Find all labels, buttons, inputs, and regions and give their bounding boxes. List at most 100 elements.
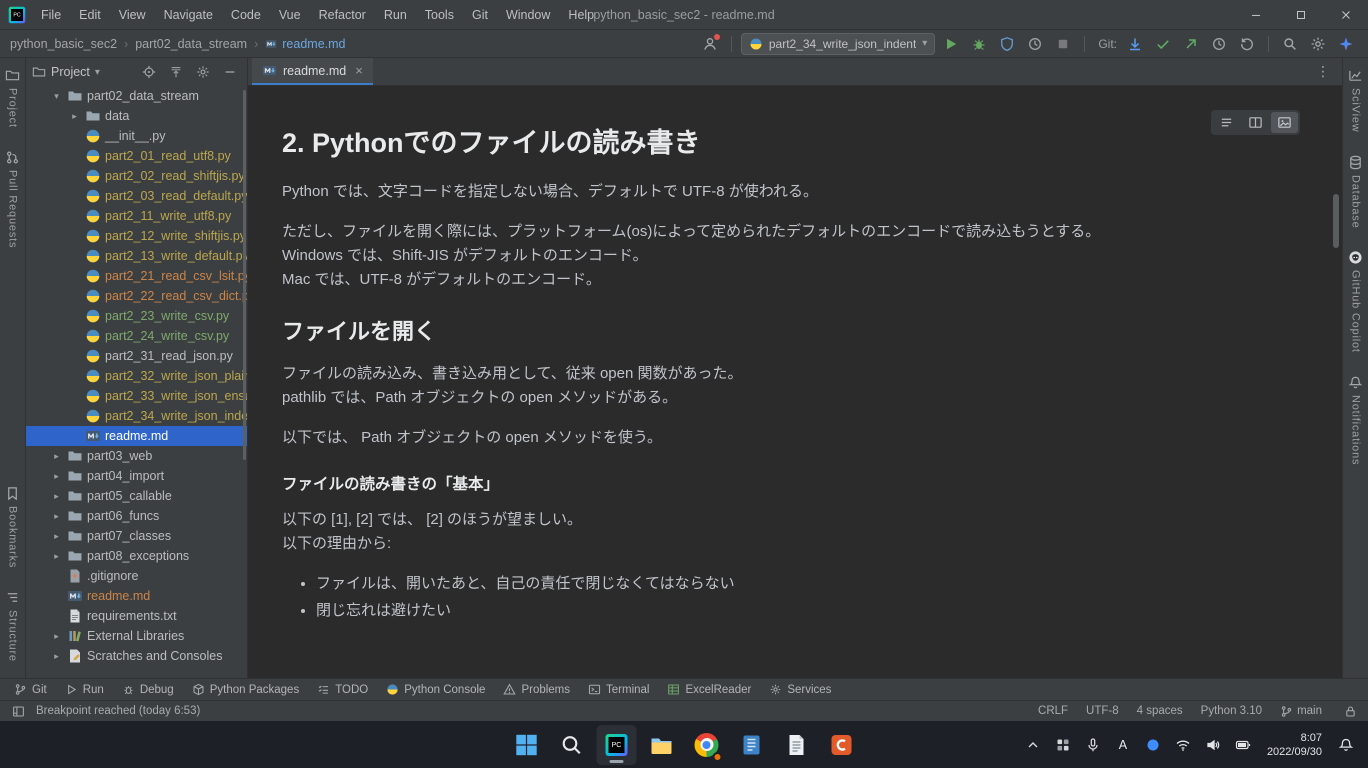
chevron-right-icon[interactable]: ▸ bbox=[50, 451, 63, 462]
taskbar-search-button[interactable] bbox=[552, 725, 592, 765]
tooltab-git[interactable]: Git bbox=[6, 679, 55, 700]
taskbar-orange-app-button[interactable] bbox=[822, 725, 862, 765]
tree-item-part08-exceptions[interactable]: ▸part08_exceptions bbox=[26, 546, 247, 566]
project-view-icon[interactable] bbox=[32, 65, 46, 79]
maximize-button[interactable] bbox=[1278, 0, 1323, 29]
tooltab-run[interactable]: Run bbox=[57, 679, 112, 700]
tree-item-part2-12-write-shiftjis-py[interactable]: part2_12_write_shiftjis.py bbox=[26, 226, 247, 246]
tree-item-part2-01-read-utf8-py[interactable]: part2_01_read_utf8.py bbox=[26, 146, 247, 166]
debug-button[interactable] bbox=[967, 32, 991, 56]
tray-mic-button[interactable] bbox=[1079, 730, 1107, 760]
menu-window[interactable]: Window bbox=[497, 0, 559, 30]
tree-item-readme-md[interactable]: readme.md bbox=[26, 586, 247, 606]
show-editor-and-preview-button[interactable] bbox=[1242, 112, 1269, 133]
tab-readme-md[interactable]: readme.md × bbox=[252, 58, 373, 85]
tray-chevron-button[interactable] bbox=[1019, 730, 1047, 760]
tooltab-problems[interactable]: Problems bbox=[495, 679, 578, 700]
minimize-button[interactable] bbox=[1233, 0, 1278, 29]
tree-item-part2-02-read-shiftjis-py[interactable]: part2_02_read_shiftjis.py bbox=[26, 166, 247, 186]
project-tree-scrollbar[interactable] bbox=[243, 90, 246, 460]
menu-run[interactable]: Run bbox=[375, 0, 416, 30]
chevron-right-icon[interactable]: ▸ bbox=[50, 651, 63, 662]
menu-file[interactable]: File bbox=[32, 0, 70, 30]
project-panel-title[interactable]: Project bbox=[51, 65, 90, 79]
tree-item-gitignore[interactable]: .gitignore bbox=[26, 566, 247, 586]
menu-navigate[interactable]: Navigate bbox=[155, 0, 222, 30]
tree-item-part02-data-stream[interactable]: ▾part02_data_stream bbox=[26, 86, 247, 106]
git-branch-indicator[interactable]: main bbox=[1280, 705, 1322, 718]
tree-item-part04-import[interactable]: ▸part04_import bbox=[26, 466, 247, 486]
tree-item-data[interactable]: ▸data bbox=[26, 106, 247, 126]
tooltab-services[interactable]: Services bbox=[761, 679, 839, 700]
chevron-right-icon[interactable]: ▸ bbox=[50, 491, 63, 502]
tooltab-excelreader[interactable]: ExcelReader bbox=[659, 679, 759, 700]
encoding-indicator[interactable]: UTF-8 bbox=[1086, 705, 1119, 717]
breadcrumb-item-python-basic-sec2[interactable]: python_basic_sec2 bbox=[10, 37, 117, 51]
coverage-button[interactable] bbox=[995, 32, 1019, 56]
push-button[interactable] bbox=[1179, 32, 1203, 56]
toolwindow-structure[interactable]: Structure bbox=[5, 590, 20, 662]
tooltab-debug[interactable]: Debug bbox=[114, 679, 182, 700]
breadcrumb-item-part02-data-stream[interactable]: part02_data_stream bbox=[135, 37, 247, 51]
toolwindow-project[interactable]: Project bbox=[5, 68, 20, 128]
tree-item-external-libraries[interactable]: ▸External Libraries bbox=[26, 626, 247, 646]
toolwindow-bookmarks[interactable]: Bookmarks bbox=[5, 486, 20, 568]
tree-item-part2-03-read-default-py[interactable]: part2_03_read_default.py bbox=[26, 186, 247, 206]
taskbar-explorer-button[interactable] bbox=[642, 725, 682, 765]
tray-widgets-button[interactable] bbox=[1049, 730, 1077, 760]
taskbar-document-button[interactable] bbox=[777, 725, 817, 765]
menu-git[interactable]: Git bbox=[463, 0, 497, 30]
tree-item-part06-funcs[interactable]: ▸part06_funcs bbox=[26, 506, 247, 526]
taskbar-clock[interactable]: 8:07 2022/09/30 bbox=[1259, 731, 1330, 759]
status-message[interactable]: Breakpoint reached (today 6:53) bbox=[36, 705, 200, 717]
wifi-button[interactable] bbox=[1169, 730, 1197, 760]
commit-button[interactable] bbox=[1151, 32, 1175, 56]
select-opened-file-button[interactable] bbox=[138, 61, 160, 83]
battery-button[interactable] bbox=[1229, 730, 1257, 760]
tree-item-part2-24-write-csv-py[interactable]: part2_24_write_csv.py bbox=[26, 326, 247, 346]
toolwindow-sciview[interactable]: SciView bbox=[1348, 68, 1363, 133]
taskbar-notebook-button[interactable] bbox=[732, 725, 772, 765]
menu-tools[interactable]: Tools bbox=[416, 0, 463, 30]
interpreter-indicator[interactable]: Python 3.10 bbox=[1201, 705, 1262, 717]
menu-code[interactable]: Code bbox=[222, 0, 270, 30]
tree-item-part2-22-read-csv-dict-py[interactable]: part2_22_read_csv_dict.py bbox=[26, 286, 247, 306]
tree-item-part2-11-write-utf8-py[interactable]: part2_11_write_utf8.py bbox=[26, 206, 247, 226]
chevron-down-icon[interactable]: ▾ bbox=[50, 91, 63, 102]
tooltab-python-console[interactable]: Python Console bbox=[378, 679, 493, 700]
profiler-button[interactable] bbox=[1023, 32, 1047, 56]
tree-item-part07-classes[interactable]: ▸part07_classes bbox=[26, 526, 247, 546]
tab-options-icon[interactable]: ⋮ bbox=[1304, 58, 1342, 85]
menu-vue[interactable]: Vue bbox=[270, 0, 310, 30]
ai-assistant-button[interactable] bbox=[1334, 32, 1358, 56]
line-separator-indicator[interactable]: CRLF bbox=[1038, 705, 1068, 717]
tree-item-requirements-txt[interactable]: requirements.txt bbox=[26, 606, 247, 626]
profile-button[interactable] bbox=[698, 32, 722, 56]
hide-panel-button[interactable] bbox=[219, 61, 241, 83]
taskbar-pycharm-button[interactable]: PC bbox=[597, 725, 637, 765]
menu-edit[interactable]: Edit bbox=[70, 0, 110, 30]
menu-view[interactable]: View bbox=[110, 0, 155, 30]
chevron-down-icon[interactable]: ▾ bbox=[95, 67, 100, 78]
run-config-select[interactable]: part2_34_write_json_indent ▾ bbox=[741, 33, 935, 55]
tooltab-python-packages[interactable]: Python Packages bbox=[184, 679, 308, 700]
toolwindow-notifications[interactable]: Notifications bbox=[1348, 375, 1363, 465]
tree-item-part2-31-read-json-py[interactable]: part2_31_read_json.py bbox=[26, 346, 247, 366]
taskbar-chrome-button[interactable] bbox=[687, 725, 727, 765]
tree-item-part2-13-write-default-py[interactable]: part2_13_write_default.py bbox=[26, 246, 247, 266]
chevron-right-icon[interactable]: ▸ bbox=[50, 631, 63, 642]
collapse-all-button[interactable] bbox=[165, 61, 187, 83]
toolwindow-pull-requests[interactable]: Pull Requests bbox=[5, 150, 20, 248]
volume-button[interactable] bbox=[1199, 730, 1227, 760]
toolwindow-github-copilot[interactable]: GitHub Copilot bbox=[1348, 250, 1363, 353]
tree-item-part05-callable[interactable]: ▸part05_callable bbox=[26, 486, 247, 506]
close-tab-icon[interactable]: × bbox=[355, 63, 363, 78]
editor-scrollbar[interactable] bbox=[1333, 194, 1339, 248]
tooltab-todo[interactable]: TODO bbox=[309, 679, 376, 700]
tree-item-part2-32-write-json-plain-py[interactable]: part2_32_write_json_plain.py bbox=[26, 366, 247, 386]
chevron-right-icon[interactable]: ▸ bbox=[50, 471, 63, 482]
toolwindow-quick-access-button[interactable] bbox=[8, 702, 28, 720]
update-project-button[interactable] bbox=[1123, 32, 1147, 56]
tree-item-readme-md[interactable]: readme.md bbox=[26, 426, 247, 446]
ime-indicator[interactable]: A bbox=[1109, 730, 1137, 760]
